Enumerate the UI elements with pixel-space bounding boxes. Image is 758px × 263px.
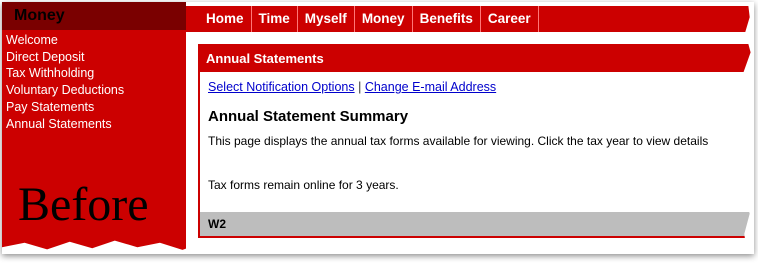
panel-links: Select Notification Options | Change E-m…: [208, 80, 754, 94]
change-email-address-link[interactable]: Change E-mail Address: [365, 80, 496, 94]
sidebar-item-voluntary-deductions[interactable]: Voluntary Deductions: [2, 82, 186, 99]
summary-description: This page displays the annual tax forms …: [208, 134, 709, 148]
retention-note: Tax forms remain online for 3 years.: [208, 178, 399, 192]
sidebar-menu: Welcome Direct Deposit Tax Withholding V…: [2, 32, 186, 132]
before-overlay-label: Before: [18, 178, 149, 231]
w2-table-header: W2: [200, 212, 754, 236]
summary-title: Annual Statement Summary: [208, 108, 409, 125]
annual-statements-panel: Annual Statements Select Notification Op…: [198, 44, 754, 238]
sidebar: Money Welcome Direct Deposit Tax Withhol…: [2, 2, 186, 254]
nav-career[interactable]: Career: [481, 6, 539, 32]
nav-myself[interactable]: Myself: [298, 6, 355, 32]
sidebar-item-welcome[interactable]: Welcome: [2, 32, 186, 49]
nav-money[interactable]: Money: [355, 6, 413, 32]
nav-time[interactable]: Time: [252, 6, 298, 32]
nav-home[interactable]: Home: [186, 6, 252, 32]
sidebar-item-tax-withholding[interactable]: Tax Withholding: [2, 65, 186, 82]
nav-benefits[interactable]: Benefits: [413, 6, 481, 32]
sidebar-title: Money: [2, 2, 186, 30]
panel-header: Annual Statements: [200, 46, 754, 72]
sidebar-item-annual-statements[interactable]: Annual Statements: [2, 116, 186, 133]
select-notification-options-link[interactable]: Select Notification Options: [208, 80, 355, 94]
link-separator: |: [358, 80, 362, 94]
sidebar-item-pay-statements[interactable]: Pay Statements: [2, 99, 186, 116]
top-nav: Home Time Myself Money Benefits Career: [186, 6, 754, 32]
screenshot-frame: Money Welcome Direct Deposit Tax Withhol…: [2, 2, 754, 254]
sidebar-item-direct-deposit[interactable]: Direct Deposit: [2, 49, 186, 66]
